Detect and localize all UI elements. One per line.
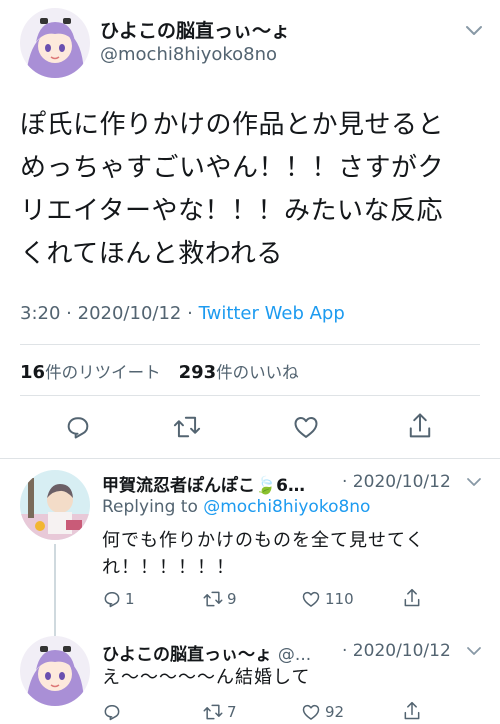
retweet-count: 9 [227,590,237,608]
like-button[interactable]: 92 [300,702,344,722]
tweet-text-line: ぽ氏に作りかけの作品とか見せると [20,110,445,140]
reply-icon[interactable] [64,413,92,441]
retweet-icon[interactable] [172,413,202,441]
display-name[interactable]: 甲賀流忍者ぽんぽこ🍃6… [102,471,305,496]
like-button[interactable]: 110 [300,589,354,609]
chevron-down-icon[interactable] [466,646,482,657]
tweet-meta: 3:20 · 2020/10/12 · Twitter Web App [20,303,345,324]
replying-to-prefix: Replying to [102,497,198,517]
share-button[interactable] [402,700,425,722]
like-count: 293 [178,362,217,383]
avatar[interactable] [20,8,90,78]
display-name-text: ひよこの脳直っぃ〜ょ [102,645,272,665]
tweet-text: え〜〜〜〜〜ん結婚して [102,664,438,691]
tweet-text-line: めっちゃすごいやん！！！さすがク [20,153,445,183]
replying-to: Replying to @mochi8hiyoko8no [102,497,370,517]
retweet-button[interactable]: 7 [202,702,237,722]
tweet-time[interactable]: 3:20 [20,303,60,324]
chevron-down-icon[interactable] [466,477,482,488]
tweet-text: ぽ氏に作りかけの作品とか見せると めっちゃすごいやん！！！さすがク リエイターや… [20,104,490,276]
tweet-text-line: 何でも作りかけのものを全て見せてく [102,530,425,551]
avatar[interactable] [20,636,90,706]
chevron-down-icon[interactable] [464,24,484,38]
reply-tweet[interactable]: ひよこの脳直っぃ〜ょ @... · 2020/10/12 え〜〜〜〜〜ん結婚して… [0,622,500,724]
tweet-text: 何でも作りかけのものを全て見せてく れ！！！！！！ [102,527,438,581]
divider [20,344,480,345]
tweet-text-line: れ！！！！！！ [102,557,235,578]
main-tweet: ひよこの脳直っぃ〜ょ @mochi8hiyoko8no ぽ氏に作りかけの作品とか… [0,0,500,458]
tweet-text-line: え〜〜〜〜〜ん結婚して [102,667,311,688]
meta-separator: · [187,303,193,324]
user-handle: @... [277,645,312,665]
likes-stat[interactable]: 293件のいいね [178,362,299,383]
display-name[interactable]: ひよこの脳直っぃ〜ょ [100,16,290,43]
tweet-text-line: リエイターやな！！！みたいな反応 [20,196,443,226]
tweet-text-line: くれてほんと救われる [20,239,283,269]
like-icon[interactable] [291,413,321,441]
engagement-stats: 16件のリツイート 293件のいいね [20,359,299,383]
divider [20,395,480,396]
display-name[interactable]: ひよこの脳直っぃ〜ょ @... [102,640,311,665]
tweet-date[interactable]: · 2020/10/12 [342,641,451,661]
retweet-count: 7 [227,703,237,721]
like-count: 110 [325,590,354,608]
source-app-link[interactable]: Twitter Web App [199,303,345,324]
tweet-date[interactable]: 2020/10/12 [78,303,182,324]
meta-separator: · [66,303,72,324]
mention-link[interactable]: @mochi8hiyoko8no [203,497,370,517]
reply-button[interactable] [102,702,125,722]
retweet-label: 件のリツイート [45,363,161,382]
reply-button[interactable]: 1 [102,589,135,609]
reply-count: 1 [125,590,135,608]
tweet-date[interactable]: · 2020/10/12 [342,472,451,492]
reply-tweet[interactable]: 甲賀流忍者ぽんぽこ🍃6… · 2020/10/12 Replying to @m… [0,459,500,621]
retweet-button[interactable]: 9 [202,589,237,609]
like-label: 件のいいね [216,363,299,382]
retweets-stat[interactable]: 16件のリツイート [20,362,161,383]
share-button[interactable] [402,587,425,609]
like-count: 92 [325,703,345,721]
avatar[interactable] [20,470,90,540]
retweet-count: 16 [20,362,46,383]
user-handle[interactable]: @mochi8hiyoko8no [100,44,277,65]
share-icon[interactable] [406,411,434,441]
